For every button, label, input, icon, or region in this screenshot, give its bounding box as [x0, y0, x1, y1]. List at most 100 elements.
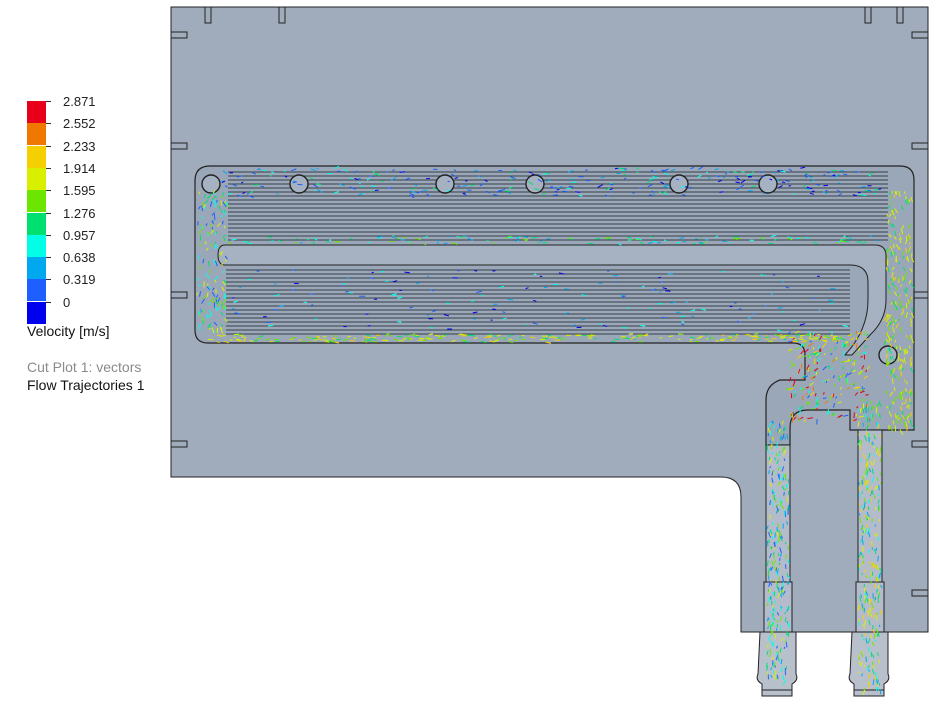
- velocity-vector: [233, 333, 240, 336]
- velocity-vector: [889, 278, 892, 281]
- velocity-vector: [460, 339, 467, 341]
- velocity-vector: [824, 334, 827, 337]
- velocity-vector: [474, 270, 478, 272]
- velocity-vector: [785, 180, 790, 182]
- velocity-vector: [309, 293, 315, 295]
- velocity-vector: [868, 669, 870, 672]
- velocity-vector: [735, 334, 739, 336]
- velocity-vector: [825, 380, 828, 383]
- velocity-vector: [879, 453, 881, 457]
- velocity-vector: [886, 353, 888, 359]
- velocity-vector: [508, 335, 513, 337]
- velocity-vector: [599, 323, 603, 325]
- velocity-vector: [218, 254, 221, 258]
- velocity-vector: [507, 298, 514, 301]
- velocity-vector: [900, 406, 903, 411]
- velocity-vector: [269, 340, 274, 343]
- velocity-vector: [614, 338, 620, 340]
- velocity-vector: [861, 491, 864, 494]
- velocity-vector: [705, 171, 709, 174]
- velocity-vector: [571, 181, 577, 184]
- velocity-vector: [247, 278, 252, 281]
- velocity-vector: [862, 532, 864, 536]
- velocity-vector: [862, 540, 864, 545]
- velocity-vector: [830, 334, 833, 337]
- velocity-vector: [868, 549, 870, 553]
- velocity-vector: [349, 340, 356, 342]
- velocity-vector: [243, 338, 247, 341]
- velocity-vector: [353, 337, 357, 339]
- velocity-vector: [580, 318, 585, 321]
- velocity-vector: [616, 172, 621, 175]
- velocity-vector: [879, 457, 882, 462]
- velocity-vector: [879, 481, 882, 485]
- velocity-vector: [759, 237, 765, 239]
- velocity-vector: [276, 193, 279, 195]
- velocity-vector: [772, 521, 774, 525]
- velocity-vector: [858, 605, 861, 609]
- velocity-vector: [891, 378, 894, 384]
- velocity-vector: [872, 441, 874, 446]
- velocity-vector: [900, 364, 902, 371]
- velocity-vector: [201, 205, 203, 212]
- velocity-vector: [682, 194, 686, 196]
- velocity-vector: [843, 173, 848, 176]
- velocity-vector: [877, 555, 879, 562]
- velocity-vector: [325, 341, 330, 343]
- velocity-vector: [814, 358, 816, 365]
- velocity-vector: [781, 181, 786, 184]
- velocity-vector: [705, 334, 709, 336]
- velocity-vector: [523, 236, 529, 238]
- velocity-vector: [843, 235, 846, 238]
- velocity-vector: [878, 188, 882, 190]
- velocity-vector: [767, 560, 769, 566]
- velocity-vector: [832, 335, 835, 342]
- velocity-vector: [897, 293, 899, 297]
- velocity-vector: [858, 482, 860, 486]
- velocity-vector: [878, 624, 881, 628]
- velocity-vector: [473, 170, 478, 172]
- velocity-vector: [639, 187, 643, 189]
- velocity-vector: [225, 259, 227, 262]
- velocity-vector: [776, 531, 779, 536]
- velocity-vector: [872, 661, 874, 665]
- velocity-vector: [791, 412, 794, 418]
- velocity-vector: [399, 289, 403, 292]
- velocity-vector: [863, 498, 866, 503]
- velocity-vector: [487, 335, 493, 337]
- velocity-vector: [587, 335, 593, 337]
- velocity-vector: [333, 335, 338, 337]
- velocity-vector: [536, 241, 540, 244]
- velocity-vector: [786, 581, 789, 584]
- velocity-vector: [665, 290, 671, 292]
- velocity-vector: [363, 336, 370, 338]
- cfd-viewport[interactable]: [0, 0, 936, 711]
- velocity-vector: [802, 185, 807, 187]
- velocity-vector: [845, 378, 848, 385]
- velocity-vector: [769, 624, 772, 631]
- velocity-vector: [832, 393, 835, 398]
- velocity-vector: [887, 267, 890, 272]
- velocity-vector: [409, 306, 413, 309]
- velocity-vector: [911, 307, 913, 313]
- velocity-vector: [786, 484, 788, 488]
- velocity-vector: [615, 281, 618, 283]
- velocity-vector: [771, 535, 774, 540]
- velocity-vector: [497, 338, 501, 340]
- velocity-vector: [348, 292, 354, 294]
- velocity-vector: [301, 340, 306, 343]
- velocity-vector: [858, 503, 861, 506]
- velocity-vector: [414, 335, 420, 338]
- velocity-vector: [854, 171, 860, 173]
- velocity-vector: [524, 324, 527, 326]
- velocity-vector: [425, 336, 430, 339]
- velocity-vector: [906, 348, 909, 351]
- velocity-vector: [871, 607, 874, 610]
- velocity-vector: [384, 335, 388, 337]
- velocity-vector: [555, 191, 558, 193]
- velocity-vector: [377, 235, 383, 238]
- velocity-vector: [800, 343, 803, 348]
- velocity-vector: [771, 622, 773, 627]
- velocity-vector: [783, 510, 786, 516]
- velocity-vector: [863, 584, 866, 588]
